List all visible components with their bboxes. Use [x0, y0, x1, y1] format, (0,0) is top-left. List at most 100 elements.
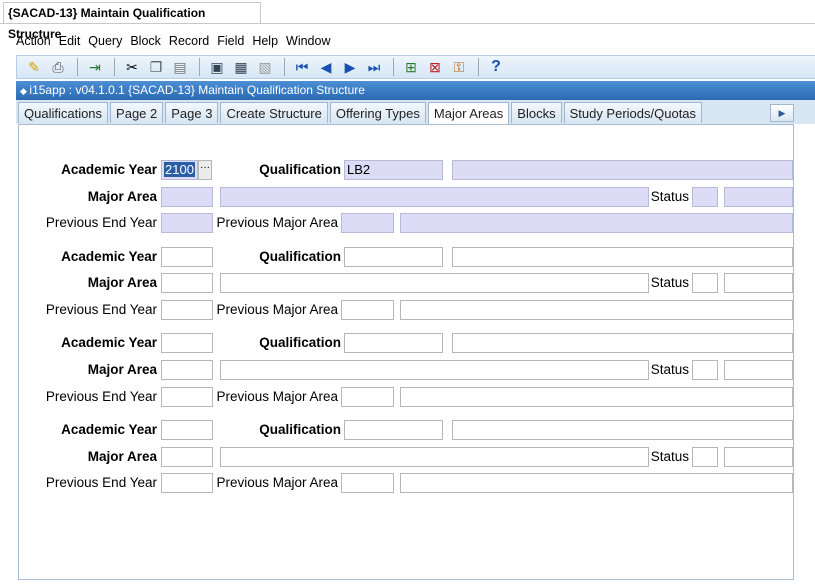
qualification-description-field[interactable] [452, 420, 793, 440]
academic-year-field[interactable] [161, 420, 213, 440]
major-area-label: Major Area [87, 189, 157, 204]
tab-list: Qualifications Page 2 Page 3 Create Stru… [18, 102, 704, 125]
qualification-field[interactable] [344, 333, 443, 353]
tab-create-structure[interactable]: Create Structure [220, 102, 328, 123]
status-field[interactable] [692, 273, 718, 293]
delete-record-icon[interactable]: ⊠ [424, 57, 446, 77]
menu-help[interactable]: Help [252, 34, 278, 52]
status-label: Status [650, 275, 689, 290]
tab-major-areas[interactable]: Major Areas [427, 102, 510, 125]
major-area-field[interactable] [161, 447, 213, 467]
status-field[interactable] [692, 447, 718, 467]
academic-year-field[interactable]: 2100 [161, 160, 198, 180]
previous-major-area-description-field[interactable] [400, 300, 793, 320]
previous-end-year-field[interactable] [161, 473, 213, 493]
major-area-description-field[interactable] [220, 187, 649, 207]
academic-year-label: Academic Year [61, 249, 157, 264]
status-description-field[interactable] [724, 360, 793, 380]
status-description-field[interactable] [724, 187, 793, 207]
qualification-field[interactable] [344, 247, 443, 267]
last-record-icon[interactable]: ⏭ [363, 57, 385, 77]
status-description-field[interactable] [724, 273, 793, 293]
major-area-field[interactable] [161, 187, 213, 207]
qualification-field[interactable]: LB2 [344, 160, 443, 180]
status-field[interactable] [692, 360, 718, 380]
major-area-label: Major Area [87, 275, 157, 290]
previous-major-area-description-field[interactable] [400, 473, 793, 493]
previous-major-area-field[interactable] [341, 213, 394, 233]
menu-action[interactable]: Action [16, 34, 51, 52]
window-title-tab[interactable]: {SACAD-13} Maintain Qualification Struct… [3, 2, 261, 41]
lock-record-icon[interactable]: ⚿ [448, 57, 470, 77]
enter-query-icon[interactable]: ▣ [206, 57, 228, 77]
academic-year-field[interactable] [161, 247, 213, 267]
previous-end-year-label: Previous End Year [45, 302, 157, 317]
menu-query[interactable]: Query [88, 34, 122, 52]
major-area-field[interactable] [161, 273, 213, 293]
tab-page-2[interactable]: Page 2 [110, 102, 164, 123]
paste-icon[interactable]: ▤ [169, 57, 191, 77]
copy-icon[interactable]: ❐ [145, 57, 167, 77]
print-icon[interactable]: ⎙ [47, 57, 69, 77]
tab-offering-types[interactable]: Offering Types [329, 102, 426, 123]
cut-icon[interactable]: ✂ [121, 57, 143, 77]
previous-major-area-field[interactable] [341, 387, 394, 407]
insert-record-icon[interactable]: ⊞ [400, 57, 422, 77]
previous-end-year-label: Previous End Year [45, 389, 157, 404]
major-area-field[interactable] [161, 360, 213, 380]
form-header-text: i15app : v04.1.0.1 {SACAD-13} Maintain Q… [29, 83, 365, 97]
tab-scroll-right-icon[interactable]: ▶ [770, 104, 794, 122]
academic-year-label: Academic Year [61, 335, 157, 350]
qualification-field[interactable] [344, 420, 443, 440]
previous-end-year-label: Previous End Year [45, 215, 157, 230]
previous-end-year-label: Previous End Year [45, 475, 157, 490]
execute-query-icon[interactable]: ▦ [230, 57, 252, 77]
tab-page-3[interactable]: Page 3 [165, 102, 219, 123]
previous-end-year-field[interactable] [161, 300, 213, 320]
qualification-description-field[interactable] [452, 160, 793, 180]
tab-qualifications[interactable]: Qualifications [18, 102, 109, 123]
help-icon[interactable]: ? [485, 57, 507, 77]
save-icon[interactable]: ✎ [23, 57, 45, 77]
major-area-label: Major Area [87, 362, 157, 377]
toolbar-separator [284, 58, 285, 76]
previous-major-area-description-field[interactable] [400, 387, 793, 407]
previous-record-icon[interactable]: ◀ [315, 57, 337, 77]
previous-end-year-field[interactable] [161, 387, 213, 407]
menu-bar: Action Edit Query Block Record Field Hel… [16, 34, 331, 52]
menu-field[interactable]: Field [217, 34, 244, 52]
major-area-description-field[interactable] [220, 447, 649, 467]
qualification-description-field[interactable] [452, 333, 793, 353]
major-area-description-field[interactable] [220, 273, 649, 293]
first-record-icon[interactable]: ⏮ [291, 57, 313, 77]
previous-major-area-description-field[interactable] [400, 213, 793, 233]
menu-window[interactable]: Window [286, 34, 330, 52]
major-area-description-field[interactable] [220, 360, 649, 380]
toolbar-separator [77, 58, 78, 76]
academic-year-field[interactable] [161, 333, 213, 353]
status-label: Status [650, 449, 689, 464]
exit-icon[interactable]: ⇥ [84, 57, 106, 77]
academic-year-label: Academic Year [61, 422, 157, 437]
previous-end-year-field[interactable] [161, 213, 213, 233]
qualification-label: Qualification [259, 162, 341, 177]
previous-major-area-label: Previous Major Area [216, 215, 338, 230]
tab-blocks[interactable]: Blocks [511, 102, 562, 123]
status-field[interactable] [692, 187, 718, 207]
form-app-icon: ◆ [20, 86, 30, 96]
cancel-query-icon[interactable]: ▧ [254, 57, 276, 77]
list-of-values-button[interactable]: ··· [198, 160, 212, 180]
toolbar-separator [478, 58, 479, 76]
toolbar: ✎ ⎙ ⇥ ✂ ❐ ▤ ▣ ▦ ▧ ⏮ ◀ ▶ ⏭ ⊞ ⊠ ⚿ ? [16, 55, 815, 79]
previous-major-area-field[interactable] [341, 473, 394, 493]
menu-block[interactable]: Block [130, 34, 161, 52]
status-description-field[interactable] [724, 447, 793, 467]
tab-study-periods-quotas[interactable]: Study Periods/Quotas [563, 102, 703, 123]
previous-major-area-field[interactable] [341, 300, 394, 320]
major-area-label: Major Area [87, 449, 157, 464]
qualification-description-field[interactable] [452, 247, 793, 267]
menu-edit[interactable]: Edit [59, 34, 81, 52]
next-record-icon[interactable]: ▶ [339, 57, 361, 77]
menu-record[interactable]: Record [169, 34, 209, 52]
previous-major-area-label: Previous Major Area [216, 475, 338, 490]
